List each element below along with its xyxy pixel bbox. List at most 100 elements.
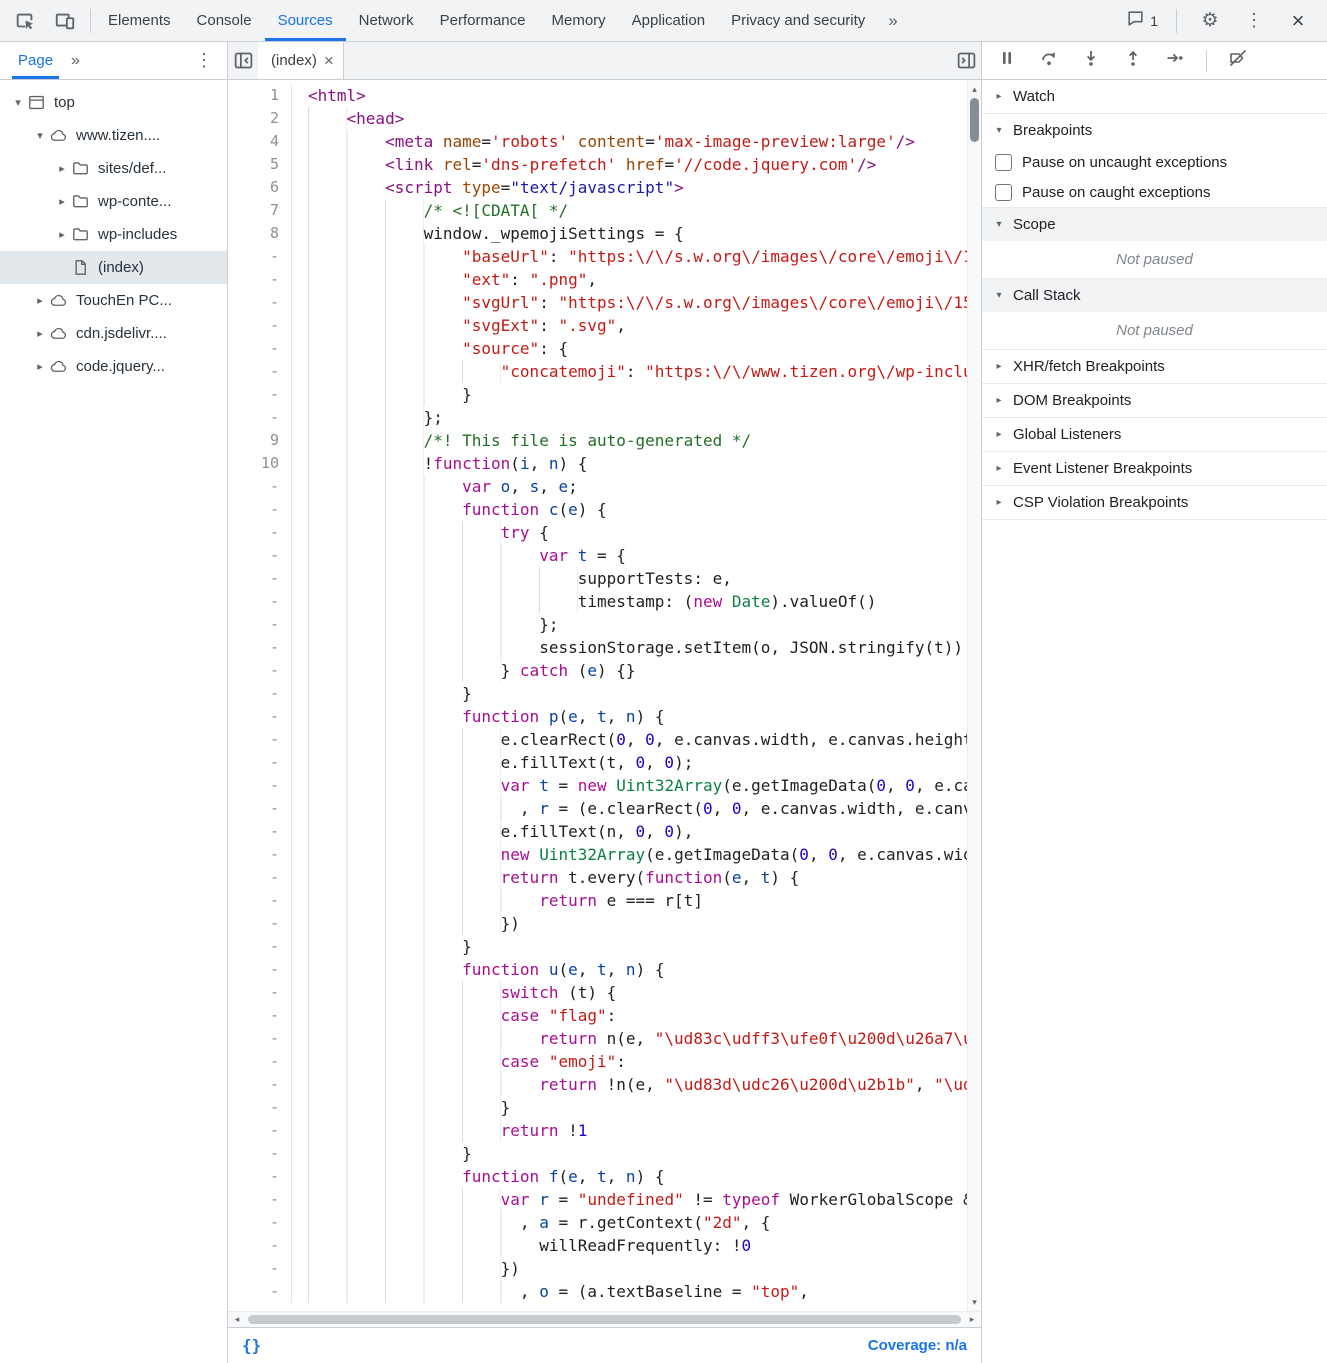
code-line-content[interactable]: <script type="text/javascript"> xyxy=(292,176,967,199)
section-header-breakpoints[interactable]: ▾Breakpoints xyxy=(982,114,1327,147)
more-navigator-tabs-button[interactable]: » xyxy=(65,42,86,79)
tab-network[interactable]: Network xyxy=(346,0,427,41)
line-number[interactable]: - xyxy=(228,705,292,728)
line-number[interactable]: - xyxy=(228,1234,292,1257)
code-line-content[interactable]: "baseUrl": "https:\/\/s.w.org\/images\/c… xyxy=(292,245,967,268)
code-line-content[interactable]: "ext": ".png", xyxy=(292,268,967,291)
tree-item-code-jquery[interactable]: ▸code.jquery... xyxy=(0,350,227,383)
code-line-content[interactable]: window._wpemojiSettings = { xyxy=(292,222,967,245)
expand-arrow-icon[interactable]: ▸ xyxy=(32,294,48,307)
line-number[interactable]: - xyxy=(228,567,292,590)
code-line-content[interactable]: , a = r.getContext("2d", { xyxy=(292,1211,967,1234)
code-line-content[interactable]: function p(e, t, n) { xyxy=(292,705,967,728)
scroll-down-icon[interactable]: ▾ xyxy=(968,1295,981,1309)
line-number[interactable]: - xyxy=(228,383,292,406)
navigator-menu-button[interactable]: ⋮ xyxy=(187,42,221,79)
line-number[interactable]: - xyxy=(228,590,292,613)
line-number[interactable]: - xyxy=(228,1073,292,1096)
tree-item-top[interactable]: ▾top xyxy=(0,86,227,119)
close-tab-icon[interactable]: × xyxy=(324,52,334,69)
code-line-content[interactable]: <link rel='dns-prefetch' href='//code.jq… xyxy=(292,153,967,176)
line-number[interactable]: - xyxy=(228,1165,292,1188)
tab-memory[interactable]: Memory xyxy=(539,0,619,41)
code-line-content[interactable]: }; xyxy=(292,406,967,429)
tree-item-wp-conte[interactable]: ▸wp-conte... xyxy=(0,185,227,218)
scroll-right-icon[interactable]: ▸ xyxy=(963,1314,981,1325)
code-line-content[interactable]: case "flag": xyxy=(292,1004,967,1027)
code-line-content[interactable]: !function(i, n) { xyxy=(292,452,967,475)
code-line-content[interactable]: } xyxy=(292,1096,967,1119)
code-line-content[interactable]: } catch (e) {} xyxy=(292,659,967,682)
code-line-content[interactable]: e.fillText(t, 0, 0); xyxy=(292,751,967,774)
code-line-content[interactable]: function c(e) { xyxy=(292,498,967,521)
line-number[interactable]: - xyxy=(228,337,292,360)
tab-application[interactable]: Application xyxy=(619,0,718,41)
code-line-content[interactable]: sessionStorage.setItem(o, JSON.stringify… xyxy=(292,636,967,659)
pause-on-uncaught-exceptions-row[interactable]: Pause on uncaught exceptions xyxy=(982,147,1327,177)
line-number[interactable]: - xyxy=(228,728,292,751)
line-number[interactable]: - xyxy=(228,797,292,820)
code-line-content[interactable]: supportTests: e, xyxy=(292,567,967,590)
line-number[interactable]: 6 xyxy=(228,176,292,199)
line-number[interactable]: - xyxy=(228,406,292,429)
code-line-content[interactable]: return n(e, "\ud83c\udff3\ufe0f\u200d\u2… xyxy=(292,1027,967,1050)
line-number[interactable]: - xyxy=(228,1119,292,1142)
code-line-content[interactable]: new Uint32Array(e.getImageData(0, 0, e.c… xyxy=(292,843,967,866)
line-number[interactable]: - xyxy=(228,843,292,866)
line-number[interactable]: - xyxy=(228,1257,292,1280)
code-line-content[interactable]: , r = (e.clearRect(0, 0, e.canvas.width,… xyxy=(292,797,967,820)
code-line-content[interactable]: /*! This file is auto-generated */ xyxy=(292,429,967,452)
line-number[interactable]: - xyxy=(228,1050,292,1073)
line-number[interactable]: - xyxy=(228,774,292,797)
editor-tab-index[interactable]: (index) × xyxy=(258,42,344,79)
line-number[interactable]: 2 xyxy=(228,107,292,130)
line-number[interactable]: - xyxy=(228,1188,292,1211)
code-line-content[interactable]: "svgUrl": "https:\/\/s.w.org\/images\/co… xyxy=(292,291,967,314)
step-button[interactable] xyxy=(1158,47,1192,75)
line-number[interactable]: - xyxy=(228,360,292,383)
line-number[interactable]: - xyxy=(228,544,292,567)
pause-on-uncaught-exceptions-checkbox[interactable] xyxy=(995,154,1012,171)
code-line-content[interactable]: var t = new Uint32Array(e.getImageData(0… xyxy=(292,774,967,797)
line-number[interactable]: - xyxy=(228,1211,292,1234)
code-line-content[interactable]: willReadFrequently: !0 xyxy=(292,1234,967,1257)
code-line-content[interactable]: switch (t) { xyxy=(292,981,967,1004)
code-line-content[interactable]: }; xyxy=(292,613,967,636)
tab-elements[interactable]: Elements xyxy=(95,0,184,41)
line-number[interactable]: 5 xyxy=(228,153,292,176)
line-number[interactable]: - xyxy=(228,636,292,659)
code-line-content[interactable]: "svgExt": ".svg", xyxy=(292,314,967,337)
line-number[interactable]: - xyxy=(228,1142,292,1165)
line-number[interactable]: - xyxy=(228,498,292,521)
code-line-content[interactable]: e.clearRect(0, 0, e.canvas.width, e.canv… xyxy=(292,728,967,751)
line-number[interactable]: - xyxy=(228,268,292,291)
section-header-call-stack[interactable]: ▾Call Stack xyxy=(982,279,1327,312)
pause-on-caught-exceptions-checkbox[interactable] xyxy=(995,184,1012,201)
line-number[interactable]: - xyxy=(228,935,292,958)
step-over-button[interactable] xyxy=(1032,47,1066,75)
line-number[interactable]: - xyxy=(228,682,292,705)
tab-page[interactable]: Page xyxy=(6,42,65,79)
line-number[interactable]: - xyxy=(228,981,292,1004)
expand-arrow-icon[interactable]: ▸ xyxy=(32,327,48,340)
line-number[interactable]: - xyxy=(228,912,292,935)
code-area[interactable]: 1<html>2<head>4<meta name='robots' conte… xyxy=(228,80,967,1311)
line-number[interactable]: 4 xyxy=(228,130,292,153)
expand-arrow-icon[interactable]: ▸ xyxy=(54,195,70,208)
settings-button[interactable]: ⚙ xyxy=(1195,6,1225,36)
code-line-content[interactable]: }) xyxy=(292,1257,967,1280)
code-line-content[interactable]: return t.every(function(e, t) { xyxy=(292,866,967,889)
line-number[interactable]: 8 xyxy=(228,222,292,245)
coverage-link[interactable]: Coverage: n/a xyxy=(868,1337,967,1354)
tab-console[interactable]: Console xyxy=(184,0,265,41)
inspect-element-button[interactable] xyxy=(10,6,40,36)
line-number[interactable]: - xyxy=(228,291,292,314)
line-number[interactable]: - xyxy=(228,866,292,889)
expand-arrow-icon[interactable]: ▾ xyxy=(32,129,48,142)
line-number[interactable]: - xyxy=(228,1096,292,1119)
scroll-up-icon[interactable]: ▴ xyxy=(968,82,981,96)
line-number[interactable]: - xyxy=(228,889,292,912)
line-number[interactable]: - xyxy=(228,820,292,843)
section-header-global-listeners[interactable]: ▸Global Listeners xyxy=(982,418,1327,451)
tab-privacy-and-security[interactable]: Privacy and security xyxy=(718,0,878,41)
